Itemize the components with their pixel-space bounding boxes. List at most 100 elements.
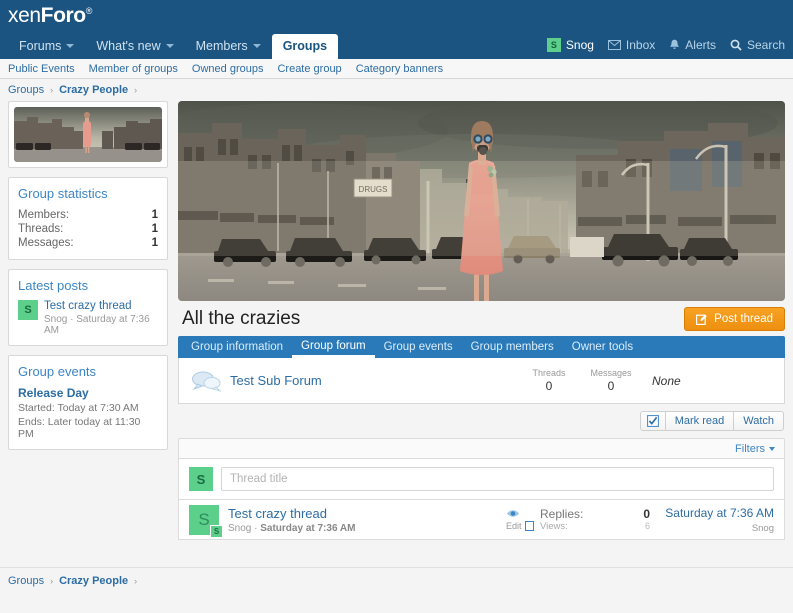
nav-user-label: Snog xyxy=(566,39,594,51)
chevron-down-icon xyxy=(166,44,174,48)
sub-navigation: Public Events Member of groups Owned gro… xyxy=(0,59,793,79)
main-content: DRUGS H O T E xyxy=(178,101,785,561)
stat-value: 1 xyxy=(152,237,158,249)
tab-group-information[interactable]: Group information xyxy=(182,336,292,358)
last-post-user[interactable]: Snog xyxy=(650,523,774,534)
group-statistics-block: Group statistics Members: 1 Threads: 1 M… xyxy=(8,177,168,260)
thread-date: Saturday at 7:36 AM xyxy=(260,523,355,534)
subnav-item-owned-groups[interactable]: Owned groups xyxy=(192,63,264,75)
main-navigation: Forums What's new Members Groups S Snog … xyxy=(0,28,793,59)
table-row[interactable]: S S Test crazy thread Snog · Saturday at… xyxy=(178,499,785,540)
nav-item-members[interactable]: Members xyxy=(185,34,272,60)
page-body: Group statistics Members: 1 Threads: 1 M… xyxy=(0,101,793,561)
group-statistics-title: Group statistics xyxy=(18,186,158,201)
nav-search[interactable]: Search xyxy=(730,39,785,51)
post-thread-button[interactable]: Post thread xyxy=(684,307,785,331)
tab-group-events[interactable]: Group events xyxy=(375,336,462,358)
speech-bubbles-icon xyxy=(191,369,221,393)
sidebar: Group statistics Members: 1 Threads: 1 M… xyxy=(8,101,168,561)
nav-alerts[interactable]: Alerts xyxy=(669,39,716,51)
footer-breadcrumb-item-groups[interactable]: Groups xyxy=(8,575,44,587)
forum-node-row[interactable]: Test Sub Forum Threads 0 Messages 0 None xyxy=(178,358,785,404)
eye-icon[interactable] xyxy=(506,509,534,518)
forum-node-name[interactable]: Test Sub Forum xyxy=(230,373,518,388)
edit-label[interactable]: Edit xyxy=(506,521,522,531)
logo-text-light: xen xyxy=(8,4,41,27)
nav-inbox-label: Inbox xyxy=(626,39,655,51)
thread-select-checkbox[interactable] xyxy=(525,521,534,531)
thread-title-link[interactable]: Test crazy thread xyxy=(228,506,506,521)
chevron-down-icon xyxy=(66,44,74,48)
select-all-button[interactable] xyxy=(640,411,666,431)
group-events-title: Group events xyxy=(18,364,158,379)
bell-icon xyxy=(669,39,680,51)
group-banner-image: DRUGS H O T E xyxy=(178,101,785,301)
site-logo[interactable]: xenForo® xyxy=(8,4,92,28)
thread-title-input[interactable] xyxy=(221,467,774,491)
subnav-item-public-events[interactable]: Public Events xyxy=(8,63,75,75)
filters-button[interactable]: Filters xyxy=(735,443,775,455)
forum-threads-stat: Threads 0 xyxy=(518,368,580,393)
nav-inbox[interactable]: Inbox xyxy=(608,39,655,51)
replies-value: 0 xyxy=(643,507,650,521)
thread-controls: Edit xyxy=(506,509,540,531)
nav-item-whats-new[interactable]: What's new xyxy=(85,34,184,60)
avatar: S xyxy=(189,467,213,491)
checkbox-checked-icon xyxy=(647,415,659,427)
group-events-block: Group events Release Day Started: Today … xyxy=(8,355,168,450)
stat-label: Members: xyxy=(18,209,69,221)
breadcrumb-separator-icon: › xyxy=(50,85,53,95)
list-item[interactable]: Release Day Started: Today at 7:30 AM En… xyxy=(18,386,158,440)
event-title[interactable]: Release Day xyxy=(18,386,158,400)
watch-button[interactable]: Watch xyxy=(733,411,784,431)
stat-label: Threads: xyxy=(18,223,63,235)
new-thread-row: S xyxy=(178,458,785,499)
latest-posts-title: Latest posts xyxy=(18,278,158,293)
tab-group-members[interactable]: Group members xyxy=(462,336,563,358)
last-post-date[interactable]: Saturday at 7:36 AM xyxy=(650,506,774,520)
breadcrumb-separator-icon: › xyxy=(50,576,53,586)
stat-row-threads: Threads: 1 xyxy=(18,222,158,236)
group-avatar-card[interactable] xyxy=(8,101,168,168)
replies-label: Replies: xyxy=(540,507,583,521)
thread-replies: Replies: 0 xyxy=(540,507,650,521)
list-item[interactable]: S Test crazy thread Snog · Saturday at 7… xyxy=(18,300,158,336)
forum-last-post: None xyxy=(642,374,772,388)
tab-owner-tools[interactable]: Owner tools xyxy=(563,336,642,358)
nav-user-menu[interactable]: S Snog xyxy=(547,38,594,52)
thread-meta: Snog · Saturday at 7:36 AM xyxy=(228,523,506,534)
tab-group-forum[interactable]: Group forum xyxy=(292,336,375,358)
subnav-item-category-banners[interactable]: Category banners xyxy=(356,63,443,75)
subnav-item-member-of-groups[interactable]: Member of groups xyxy=(89,63,178,75)
nav-item-groups[interactable]: Groups xyxy=(272,34,338,61)
thread-stats: Replies: 0 Views: 6 xyxy=(540,507,650,532)
event-end: Ends: Later today at 11:30 PM xyxy=(18,416,158,440)
logo-trademark: ® xyxy=(86,6,92,16)
thread-edit-control: Edit xyxy=(506,521,534,531)
thread-last-post: Saturday at 7:36 AM Snog xyxy=(650,506,774,534)
envelope-icon xyxy=(608,40,621,50)
mark-read-button[interactable]: Mark read xyxy=(665,411,735,431)
group-avatar-image xyxy=(14,107,162,162)
chevron-down-icon xyxy=(769,447,775,451)
thread-author[interactable]: Snog xyxy=(228,523,251,534)
nav-search-label: Search xyxy=(747,39,785,51)
breadcrumb: Groups › Crazy People › xyxy=(0,79,793,101)
messages-value: 0 xyxy=(580,379,642,393)
nav-label: Members xyxy=(196,40,248,53)
footer-breadcrumb: Groups › Crazy People › xyxy=(0,567,793,593)
breadcrumb-item-groups[interactable]: Groups xyxy=(8,84,44,96)
latest-post-title[interactable]: Test crazy thread xyxy=(44,300,158,312)
toolbar-button-group: Mark read Watch xyxy=(640,411,784,431)
nav-item-forums[interactable]: Forums xyxy=(8,34,85,60)
thread-meta-sep: · xyxy=(251,523,260,534)
breadcrumb-item-crazy-people[interactable]: Crazy People xyxy=(59,84,128,96)
nav-label: What's new xyxy=(96,40,160,53)
latest-posts-block: Latest posts S Test crazy thread Snog · … xyxy=(8,269,168,346)
subnav-item-create-group[interactable]: Create group xyxy=(277,63,341,75)
group-tabs: Group information Group forum Group even… xyxy=(178,336,785,358)
site-header: xenForo® xyxy=(0,0,793,28)
nav-alerts-label: Alerts xyxy=(685,39,716,51)
footer-breadcrumb-item-crazy-people[interactable]: Crazy People xyxy=(59,575,128,587)
chevron-down-icon xyxy=(253,44,261,48)
